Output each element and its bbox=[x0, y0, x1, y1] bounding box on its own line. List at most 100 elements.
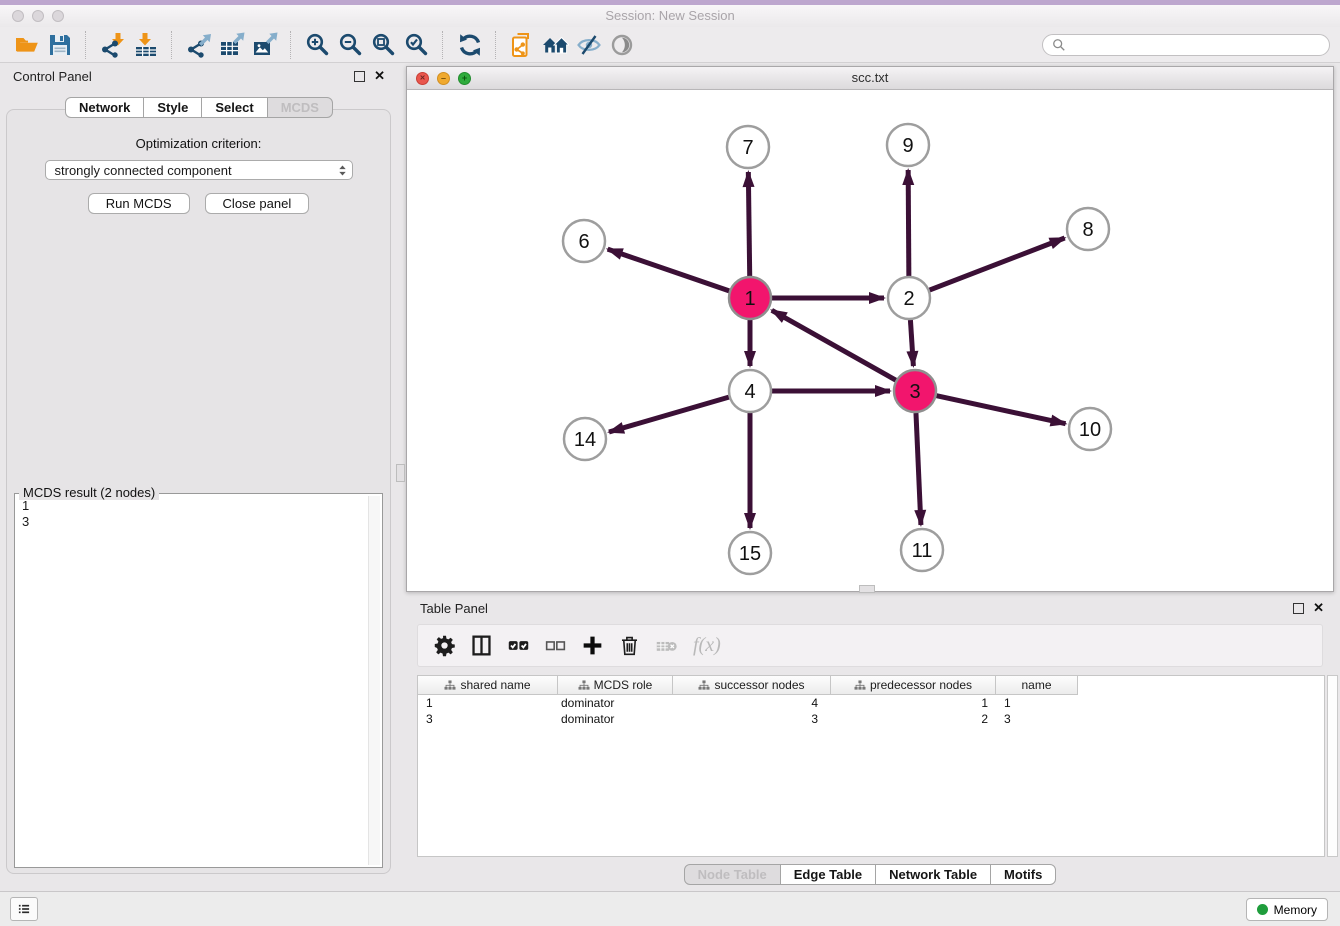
network-canvas[interactable]: 7 9 6 8 1 2 4 3 14 10 15 11 bbox=[407, 89, 1333, 591]
close-window-icon[interactable] bbox=[12, 10, 24, 22]
search-input[interactable] bbox=[1071, 37, 1320, 53]
save-icon[interactable] bbox=[43, 29, 76, 61]
graph-node-14[interactable]: 14 bbox=[564, 418, 606, 460]
search-box[interactable] bbox=[1042, 34, 1330, 56]
close-panel-button[interactable]: Close panel bbox=[205, 193, 310, 214]
zoom-selected-icon[interactable] bbox=[400, 29, 433, 61]
graph-node-7[interactable]: 7 bbox=[727, 126, 769, 168]
zoom-window-icon[interactable] bbox=[52, 10, 64, 22]
column-header-label: successor nodes bbox=[714, 678, 804, 692]
graph-edge-3-11[interactable] bbox=[916, 413, 921, 525]
maximize-icon[interactable] bbox=[458, 72, 471, 85]
first-neighbors-icon[interactable] bbox=[539, 29, 572, 61]
main-titlebar[interactable]: Session: New Session bbox=[0, 5, 1340, 28]
graph-edge-1-7[interactable] bbox=[748, 172, 749, 276]
svg-text:2: 2 bbox=[903, 288, 914, 310]
minimize-window-icon[interactable] bbox=[32, 10, 44, 22]
import-network-icon[interactable] bbox=[96, 29, 129, 61]
float-panel-icon[interactable] bbox=[1293, 603, 1304, 614]
graph-node-1[interactable]: 1 bbox=[729, 277, 771, 319]
column-header-name[interactable]: name bbox=[996, 676, 1078, 694]
graph-edge-3-1[interactable] bbox=[772, 310, 896, 380]
graph-node-15[interactable]: 15 bbox=[729, 532, 771, 574]
graph-node-8[interactable]: 8 bbox=[1067, 208, 1109, 250]
tab-motifs[interactable]: Motifs bbox=[990, 864, 1056, 885]
table-cell[interactable]: 3 bbox=[418, 712, 558, 726]
graph-edge-3-10[interactable] bbox=[936, 396, 1065, 424]
table-cell[interactable]: 1 bbox=[418, 696, 558, 710]
settings-gear-icon[interactable] bbox=[426, 629, 463, 663]
table-cell[interactable]: dominator bbox=[558, 712, 673, 726]
table-row[interactable]: 1dominator411 bbox=[418, 695, 1324, 711]
graph-edge-4-14[interactable] bbox=[609, 397, 729, 432]
add-row-icon[interactable] bbox=[574, 629, 611, 663]
table-cell[interactable]: 1 bbox=[996, 696, 1078, 710]
tab-style[interactable]: Style bbox=[143, 97, 202, 118]
network-titlebar[interactable]: scc.txt bbox=[407, 67, 1333, 90]
column-header-MCDS-role[interactable]: MCDS role bbox=[558, 676, 673, 694]
graph-node-6[interactable]: 6 bbox=[563, 220, 605, 262]
close-panel-icon[interactable] bbox=[1313, 602, 1324, 614]
zoom-in-icon[interactable] bbox=[301, 29, 334, 61]
table-cell[interactable]: 2 bbox=[831, 712, 996, 726]
graph-node-3[interactable]: 3 bbox=[894, 370, 936, 412]
close-panel-icon[interactable] bbox=[374, 70, 385, 82]
toolbar-separator bbox=[290, 31, 292, 59]
float-panel-icon[interactable] bbox=[354, 71, 365, 82]
tab-mcds[interactable]: MCDS bbox=[267, 97, 333, 118]
graph-node-10[interactable]: 10 bbox=[1069, 408, 1111, 450]
delete-row-icon[interactable] bbox=[611, 629, 648, 663]
graph-node-4[interactable]: 4 bbox=[729, 370, 771, 412]
table-row[interactable]: 3dominator323 bbox=[418, 711, 1324, 727]
import-table-icon[interactable] bbox=[129, 29, 162, 61]
splitter-handle[interactable] bbox=[859, 585, 875, 593]
column-header-successor-nodes[interactable]: successor nodes bbox=[673, 676, 831, 694]
select-all-icon[interactable] bbox=[500, 629, 537, 663]
table-cell[interactable]: 4 bbox=[673, 696, 831, 710]
table-scrollbar[interactable] bbox=[1327, 675, 1338, 857]
table-cell[interactable]: dominator bbox=[558, 696, 673, 710]
graph-node-9[interactable]: 9 bbox=[887, 124, 929, 166]
splitter-handle[interactable] bbox=[396, 464, 405, 482]
memory-button[interactable]: Memory bbox=[1246, 898, 1328, 921]
minimize-icon[interactable] bbox=[437, 72, 450, 85]
table-cell[interactable]: 3 bbox=[673, 712, 831, 726]
tab-network-table[interactable]: Network Table bbox=[875, 864, 991, 885]
export-table-icon[interactable] bbox=[215, 29, 248, 61]
delete-table-icon bbox=[648, 629, 685, 663]
deselect-all-icon[interactable] bbox=[537, 629, 574, 663]
zoom-fit-icon[interactable] bbox=[367, 29, 400, 61]
graph-node-2[interactable]: 2 bbox=[888, 277, 930, 319]
graph-edge-2-9[interactable] bbox=[908, 170, 909, 276]
ui-settings-button[interactable] bbox=[10, 897, 38, 921]
hide-selected-icon[interactable] bbox=[572, 29, 605, 61]
graph-edge-2-3[interactable] bbox=[910, 320, 913, 366]
open-folder-icon[interactable] bbox=[10, 29, 43, 61]
result-scrollbar[interactable] bbox=[368, 496, 380, 865]
show-all-icon[interactable] bbox=[605, 29, 638, 61]
zoom-out-icon[interactable] bbox=[334, 29, 367, 61]
run-mcds-button[interactable]: Run MCDS bbox=[88, 193, 190, 214]
tree-column-icon bbox=[444, 680, 456, 691]
svg-text:10: 10 bbox=[1079, 419, 1101, 441]
column-header-shared-name[interactable]: shared name bbox=[418, 676, 558, 694]
close-icon[interactable] bbox=[416, 72, 429, 85]
column-layout-icon[interactable] bbox=[463, 629, 500, 663]
tab-network[interactable]: Network bbox=[65, 97, 144, 118]
graph-edge-1-6[interactable] bbox=[608, 249, 730, 291]
table-cell[interactable]: 3 bbox=[996, 712, 1078, 726]
tab-select[interactable]: Select bbox=[201, 97, 267, 118]
tab-edge-table[interactable]: Edge Table bbox=[780, 864, 876, 885]
optimization-select[interactable]: strongly connected component bbox=[45, 160, 353, 180]
graph-edge-2-8[interactable] bbox=[930, 238, 1065, 290]
column-header-predecessor-nodes[interactable]: predecessor nodes bbox=[831, 676, 996, 694]
table-cell[interactable]: 1 bbox=[831, 696, 996, 710]
export-network-icon[interactable] bbox=[182, 29, 215, 61]
clone-network-icon[interactable] bbox=[506, 29, 539, 61]
refresh-icon[interactable] bbox=[453, 29, 486, 61]
export-image-icon[interactable] bbox=[248, 29, 281, 61]
graph-node-11[interactable]: 11 bbox=[901, 529, 943, 571]
window-title: Session: New Session bbox=[0, 5, 1340, 27]
tab-node-table[interactable]: Node Table bbox=[684, 864, 781, 885]
column-header-label: name bbox=[1021, 678, 1051, 692]
